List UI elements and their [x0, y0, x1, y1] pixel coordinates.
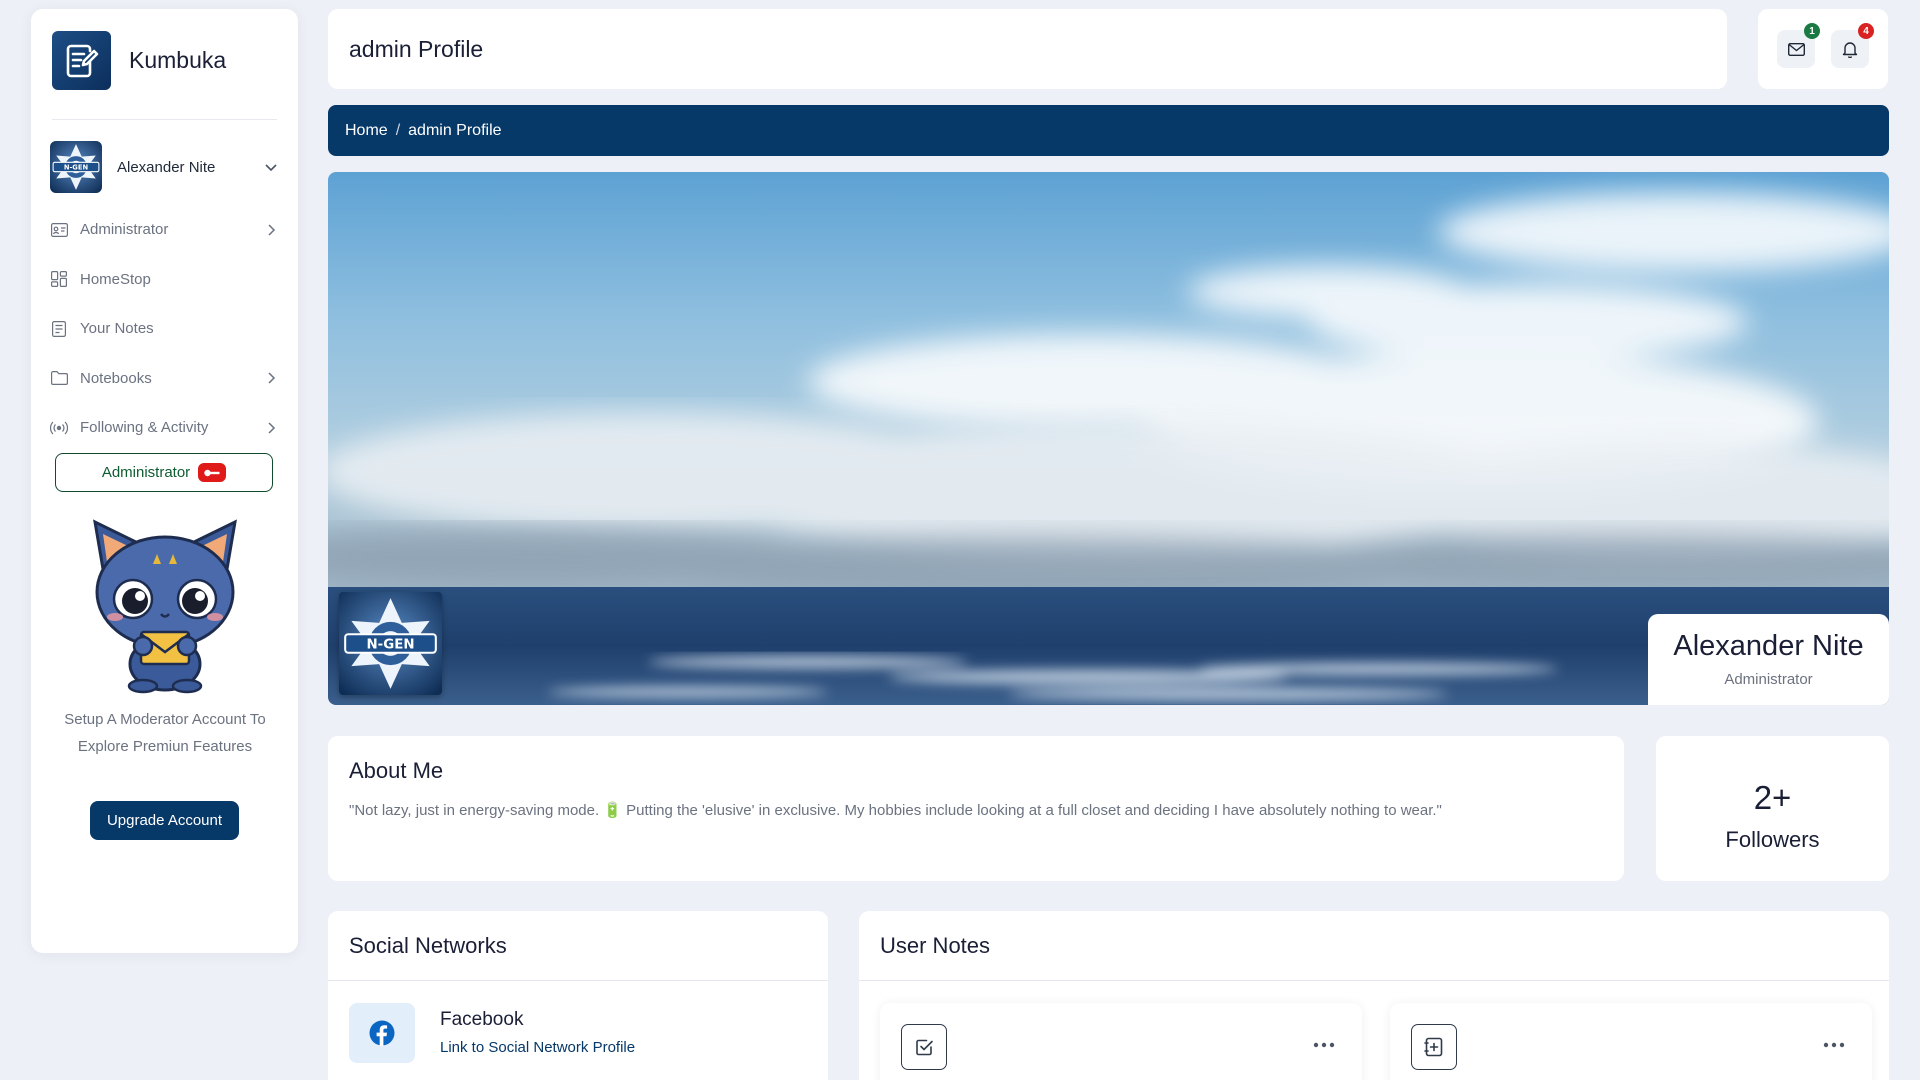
more-options-icon[interactable]: [1822, 1040, 1846, 1050]
profile-name-card: Alexander Nite Administrator: [1648, 614, 1889, 705]
profile-name: Alexander Nite: [1673, 630, 1864, 662]
messages-button[interactable]: 1: [1777, 23, 1820, 68]
profile-avatar[interactable]: N-GEN: [339, 592, 442, 695]
header-actions: 1 4: [1758, 9, 1888, 89]
more-options-icon[interactable]: [1312, 1040, 1336, 1050]
administrator-button-label: Administrator: [101, 464, 191, 481]
administrator-button[interactable]: Administrator: [55, 453, 273, 492]
user-notes-header: User Notes: [859, 911, 1889, 981]
id-card-icon: [50, 221, 68, 239]
user-name: Alexander Nite: [117, 158, 216, 176]
social-item-facebook[interactable]: Facebook Link to Social Network Profile: [349, 1003, 635, 1063]
bell-icon: [1842, 41, 1858, 58]
notes-icon: [50, 320, 68, 338]
checkbox-note-icon: [901, 1024, 947, 1070]
about-me-card: About Me "Not lazy, just in energy-savin…: [328, 736, 1624, 881]
sidebar-item-label: Your Notes: [80, 320, 154, 338]
sidebar-item-label: Notebooks: [80, 369, 152, 387]
social-item-link[interactable]: Link to Social Network Profile: [440, 1039, 635, 1056]
user-menu[interactable]: N-GEN Alexander Nite: [50, 141, 280, 193]
page-header: admin Profile: [328, 9, 1727, 89]
svg-text:N-GEN: N-GEN: [366, 638, 414, 653]
breadcrumb-current: admin Profile: [408, 121, 502, 139]
sidebar-item-label: HomeStop: [80, 270, 151, 288]
notifications-count-badge: 4: [1858, 23, 1874, 39]
app-logo-icon: [52, 31, 111, 90]
mascot-illustration: [85, 514, 245, 694]
breadcrumb-separator: /: [395, 121, 401, 139]
avatar: N-GEN: [50, 141, 102, 193]
sidebar-item-following-activity[interactable]: Following & Activity: [50, 403, 280, 453]
folder-icon: [50, 369, 68, 387]
facebook-icon: [349, 1003, 415, 1063]
sidebar-item-notebooks[interactable]: Notebooks: [50, 354, 280, 404]
sidebar-item-your-notes[interactable]: Your Notes: [50, 304, 280, 354]
key-icon: [198, 463, 227, 482]
chevron-down-icon[interactable]: [262, 158, 280, 176]
sidebar-item-administrator[interactable]: Administrator: [50, 205, 280, 255]
brand[interactable]: Kumbuka: [52, 31, 226, 90]
note-card[interactable]: [880, 1003, 1362, 1080]
social-networks-card: Social Networks Facebook Link to Social …: [328, 911, 828, 1080]
sidebar-item-label: Following & Activity: [80, 419, 209, 437]
social-networks-header: Social Networks: [328, 911, 828, 981]
followers-count: 2+: [1753, 779, 1792, 816]
notifications-button[interactable]: 4: [1831, 23, 1874, 68]
messages-count-badge: 1: [1804, 23, 1820, 39]
app-name: Kumbuka: [129, 47, 227, 73]
breadcrumb: Home / admin Profile: [328, 105, 1889, 156]
breadcrumb-home[interactable]: Home: [345, 122, 388, 140]
sidebar-nav: Administrator HomeStop Your Notes Notebo…: [50, 205, 280, 453]
user-notes-card: User Notes: [859, 911, 1889, 1080]
user-notes-title: User Notes: [880, 932, 991, 958]
svg-text:N-GEN: N-GEN: [64, 164, 89, 172]
chevron-right-icon: [262, 221, 280, 239]
sidebar-item-label: Administrator: [80, 221, 169, 239]
social-networks-title: Social Networks: [349, 932, 507, 958]
broadcast-icon: [50, 419, 68, 437]
social-item-meta: Facebook Link to Social Network Profile: [440, 1009, 635, 1056]
chevron-right-icon: [262, 419, 280, 437]
envelope-icon: [1787, 42, 1805, 56]
add-note-icon: [1411, 1024, 1457, 1070]
divider: [52, 119, 277, 120]
profile-role: Administrator: [1724, 671, 1813, 688]
followers-card[interactable]: 2+ Followers: [1656, 736, 1889, 881]
about-me-text: "Not lazy, just in energy-saving mode. 🔋…: [349, 802, 1442, 819]
chevron-right-icon: [262, 369, 280, 387]
sidebar-item-homestop[interactable]: HomeStop: [50, 255, 280, 305]
promo-text: Setup A Moderator Account To Explore Pre…: [64, 711, 266, 755]
page-title: admin Profile: [349, 35, 484, 62]
followers-label: Followers: [1725, 827, 1820, 852]
upgrade-account-button[interactable]: Upgrade Account: [90, 801, 239, 840]
dashboard-icon: [50, 270, 68, 288]
about-me-title: About Me: [349, 758, 444, 783]
sidebar: Kumbuka N-GEN Alexander Nite Administrat…: [31, 9, 298, 953]
social-item-name: Facebook: [440, 1009, 524, 1030]
note-card[interactable]: [1390, 1003, 1872, 1080]
